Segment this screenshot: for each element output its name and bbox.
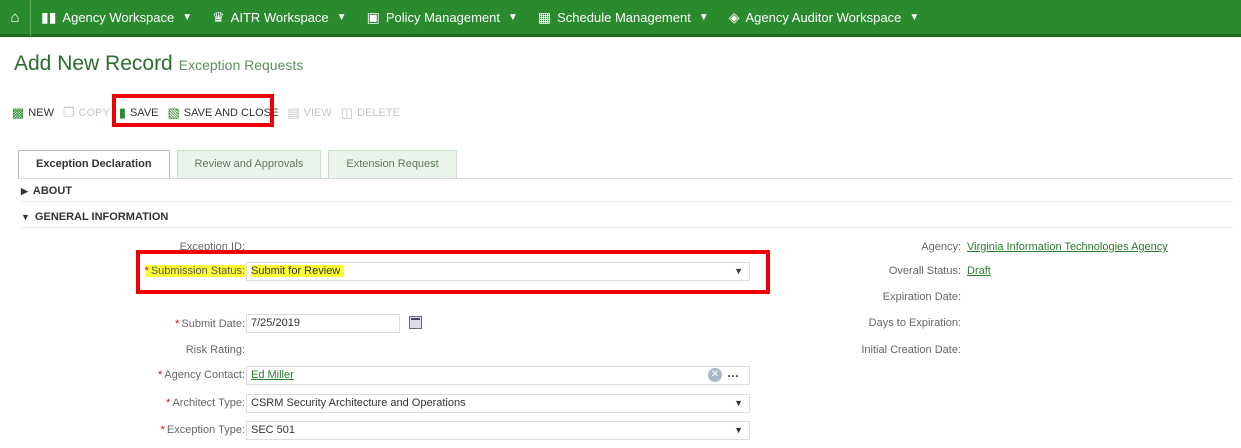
agency-contact-label: * Agency Contact:: [158, 369, 245, 381]
section-about[interactable]: ▶ ABOUT: [21, 185, 72, 197]
home-icon[interactable]: ⌂: [0, 0, 31, 36]
copy-label: COPY: [78, 107, 110, 119]
exception-type-label: * Exception Type:: [161, 424, 245, 436]
section-divider: [21, 227, 1233, 228]
initial-creation-date-label: Initial Creation Date:: [861, 344, 961, 356]
chevron-down-icon: ▼: [734, 398, 743, 408]
submit-date-input[interactable]: 7/25/2019: [246, 314, 400, 333]
section-divider: [21, 201, 1233, 202]
submit-date-label: * Submit Date:: [175, 318, 245, 330]
save-button[interactable]: ▮ SAVE: [119, 105, 159, 121]
section-general-label: GENERAL INFORMATION: [34, 211, 169, 223]
layers-icon: ◈: [728, 8, 740, 25]
nav-agency-auditor-workspace[interactable]: ◈ Agency Auditor Workspace ▼: [719, 0, 930, 36]
view-label: VIEW: [303, 107, 332, 119]
exception-id-label: Exception ID:: [179, 241, 245, 253]
agency-label: Agency:: [921, 241, 961, 253]
nav-schedule-management[interactable]: ▦ Schedule Management ▼: [528, 0, 719, 36]
expiration-date-label: Expiration Date:: [882, 291, 961, 303]
required-marker: *: [175, 318, 180, 330]
exception-type-select[interactable]: SEC 501 ▼: [246, 421, 750, 440]
section-general-information[interactable]: ▼ GENERAL INFORMATION: [21, 211, 168, 223]
new-button[interactable]: ▩ NEW: [12, 105, 54, 121]
required-marker: *: [166, 397, 171, 409]
agency-link[interactable]: Virginia Information Technologies Agency: [967, 241, 1168, 253]
caret-down-icon: ▼: [21, 212, 30, 222]
chevron-down-icon: ▼: [734, 266, 743, 276]
calendar-icon[interactable]: [409, 316, 422, 329]
nav-label: Schedule Management: [557, 9, 691, 25]
view-button[interactable]: ▤ VIEW: [287, 105, 331, 121]
architect-type-select[interactable]: CSRM Security Architecture and Operation…: [246, 394, 750, 413]
nav-aitr-workspace[interactable]: ♛ AITR Workspace ▼: [202, 0, 356, 36]
submission-status-select[interactable]: Submit for Review ▼: [246, 262, 750, 281]
view-icon: ▤: [287, 105, 300, 120]
submission-status-label-text: Submission Status:: [150, 265, 245, 277]
agency-contact-field[interactable]: Ed Miller: [246, 366, 750, 385]
risk-rating-label: Risk Rating:: [185, 344, 245, 356]
new-label: NEW: [28, 107, 54, 119]
briefcase-icon: ▣: [366, 8, 380, 25]
required-marker: *: [160, 424, 165, 436]
required-marker: *: [144, 265, 149, 277]
record-tabs: Exception Declaration Review and Approva…: [18, 150, 464, 178]
trash-icon: ◫: [340, 105, 354, 120]
nav-agency-workspace[interactable]: ▮▮ Agency Workspace ▼: [31, 0, 202, 36]
tab-divider: [18, 178, 1233, 179]
page-title: Add New Record Exception Requests: [14, 52, 303, 76]
chevron-down-icon: ▼: [734, 425, 743, 435]
exception-type-label-text: Exception Type:: [166, 424, 245, 436]
submission-status-value: Submit for Review: [251, 265, 345, 277]
overall-status-label: Overall Status:: [888, 265, 961, 277]
section-about-label: ABOUT: [32, 185, 73, 197]
delete-button[interactable]: ◫ DELETE: [341, 105, 400, 121]
save-close-label: SAVE AND CLOSE: [183, 107, 279, 119]
submit-date-label-text: Submit Date:: [181, 318, 245, 330]
agency-contact-label-text: Agency Contact:: [164, 369, 245, 381]
days-to-expiration-label: Days to Expiration:: [868, 317, 961, 329]
crown-icon: ♛: [212, 8, 225, 25]
calendar-icon: ▦: [537, 8, 552, 25]
nav-label: Agency Workspace: [62, 9, 175, 25]
page-subtitle: Exception Requests: [178, 57, 304, 73]
chevron-down-icon: ▼: [698, 11, 709, 23]
chevron-down-icon: ▼: [182, 11, 193, 23]
caret-right-icon: ▶: [21, 186, 28, 196]
copy-icon: ❐: [62, 105, 75, 120]
required-marker: *: [158, 369, 163, 381]
tab-review-and-approvals[interactable]: Review and Approvals: [176, 150, 322, 178]
architect-type-value: CSRM Security Architecture and Operation…: [251, 397, 466, 409]
save-close-icon: ▧: [167, 105, 180, 120]
nav-label: Policy Management: [385, 9, 500, 25]
nav-policy-management[interactable]: ▣ Policy Management ▼: [357, 0, 528, 36]
save-label: SAVE: [129, 107, 159, 119]
save-icon: ▮: [118, 105, 126, 120]
copy-button[interactable]: ❐ COPY: [63, 105, 110, 121]
nav-label: Agency Auditor Workspace: [745, 9, 902, 25]
record-toolbar: ▩ NEW ❐ COPY ▮ SAVE ▧ SAVE AND CLOSE ▤ V…: [12, 100, 409, 126]
architect-type-label-text: Architect Type:: [172, 397, 245, 409]
save-and-close-button[interactable]: ▧ SAVE AND CLOSE: [168, 105, 279, 121]
top-navbar: ⌂ ▮▮ Agency Workspace ▼ ♛ AITR Workspace…: [0, 0, 1241, 37]
agency-contact-link[interactable]: Ed Miller: [251, 369, 294, 381]
architect-type-label: * Architect Type:: [166, 397, 245, 409]
submission-status-label: * Submission Status:: [144, 265, 245, 277]
tab-extension-request[interactable]: Extension Request: [328, 150, 457, 178]
chevron-down-icon: ▼: [507, 11, 518, 23]
nav-label: AITR Workspace: [230, 9, 329, 25]
submit-date-value: 7/25/2019: [251, 317, 300, 329]
lookup-more-icon[interactable]: …: [727, 366, 739, 380]
exception-type-value: SEC 501: [251, 424, 296, 436]
clear-icon[interactable]: ✕: [708, 368, 722, 382]
chevron-down-icon: ▼: [336, 11, 347, 23]
overall-status-link[interactable]: Draft: [967, 265, 991, 277]
bar-chart-icon: ▮▮: [41, 8, 57, 25]
delete-label: DELETE: [357, 107, 400, 119]
chevron-down-icon: ▼: [909, 11, 920, 23]
page-title-text: Add New Record: [14, 52, 173, 75]
tab-exception-declaration[interactable]: Exception Declaration: [18, 150, 170, 178]
new-document-icon: ▩: [12, 105, 25, 120]
